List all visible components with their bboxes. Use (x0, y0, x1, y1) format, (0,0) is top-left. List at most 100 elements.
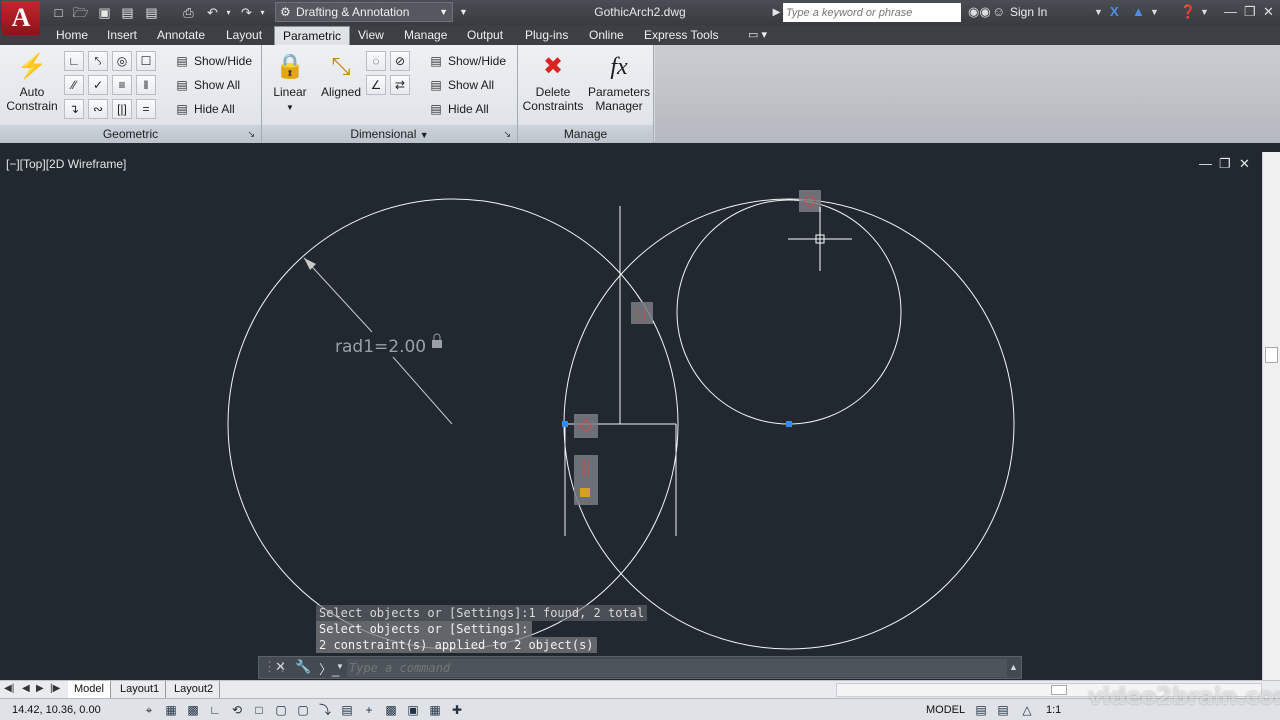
annotation-monitor-icon[interactable]: ✚ (448, 701, 466, 719)
geometric-hide-all-button[interactable]: ▤ Hide All (174, 99, 234, 119)
ribbon-minimize-icon[interactable]: ▭ ▾ (740, 26, 775, 45)
parallel-icon[interactable]: ∕∕ (64, 75, 84, 95)
quick-view-drawings-icon[interactable]: ▤ (994, 701, 1012, 719)
linear-dropdown-icon[interactable]: ▼ (286, 103, 294, 112)
tab-insert[interactable]: Insert (99, 26, 145, 45)
lineweight-icon[interactable]: + (360, 701, 378, 719)
new-file-icon[interactable]: □ (50, 4, 67, 21)
prev-layout-icon[interactable]: ◀ (22, 683, 30, 694)
inner-circle[interactable] (676, 199, 902, 425)
object-snap-icon[interactable]: □ (250, 701, 268, 719)
radius-dimension-label[interactable]: rad1=2.00 (335, 337, 426, 357)
transparency-icon[interactable]: ▩ (382, 701, 400, 719)
collinear-icon[interactable]: ⤣ (88, 51, 108, 71)
restore-icon[interactable]: ❐ (1244, 4, 1256, 20)
tab-manage[interactable]: Manage (396, 26, 455, 45)
object-snap-tracking-icon[interactable]: ▢ (294, 701, 312, 719)
stay-connected-dropdown-icon[interactable]: ▼ (1150, 7, 1159, 17)
ortho-mode-icon[interactable]: ∟ (206, 701, 224, 719)
polar-tracking-icon[interactable]: ⟲ (228, 701, 246, 719)
open-folder-icon[interactable]: 🗁 (72, 4, 89, 21)
panel-launcher-icon[interactable]: ↘ (247, 125, 255, 143)
geometric-show-hide-button[interactable]: ▤ Show/Hide (174, 51, 252, 71)
binoculars-search-icon[interactable]: ◉◉ (968, 4, 991, 20)
equal-icon[interactable]: = (136, 99, 156, 119)
next-layout-icon[interactable]: ▶ (36, 683, 44, 694)
dimensional-show-all-button[interactable]: ▤ Show All (428, 75, 494, 95)
quick-properties-icon[interactable]: ▣ (404, 701, 422, 719)
sign-in-dropdown-icon[interactable]: ▼ (1094, 7, 1103, 17)
annotation-scale-value[interactable]: 1:1 (1046, 704, 1061, 716)
dimensional-dropdown-icon[interactable]: ▼ (420, 130, 429, 140)
horizontal-icon[interactable]: ≡ (112, 75, 132, 95)
convert-icon[interactable]: ⇄ (390, 75, 410, 95)
layout-tab-layout2[interactable]: Layout2 (168, 681, 221, 698)
dimensional-hide-all-button[interactable]: ▤ Hide All (428, 99, 488, 119)
help-icon[interactable]: ❓ (1180, 4, 1196, 20)
close-icon[interactable]: ✕ (1263, 4, 1274, 20)
grip-point-left[interactable] (562, 421, 568, 427)
concentric-icon[interactable]: ◎ (112, 51, 132, 71)
workspace-select[interactable]: ⚙ Drafting & Annotation ▼ (275, 2, 453, 22)
vertical-icon[interactable]: ‖ (136, 75, 156, 95)
grip-point-bottom[interactable] (786, 421, 792, 427)
dimensional-launcher-icon[interactable]: ↘ (503, 125, 511, 143)
radius-icon[interactable]: ◌ (366, 51, 386, 71)
grid-display-icon[interactable]: ▩ (184, 701, 202, 719)
tab-plug-ins[interactable]: Plug-ins (517, 26, 576, 45)
diameter-icon[interactable]: ⊘ (390, 51, 410, 71)
horizontal-scroll-thumb[interactable] (1051, 685, 1067, 695)
viewport-minimize-icon[interactable]: — (1199, 156, 1212, 171)
help-dropdown-icon[interactable]: ▼ (1200, 7, 1209, 17)
exchange-icon[interactable]: X (1110, 4, 1119, 19)
geometric-panel-title[interactable]: Geometric ↘ (0, 125, 261, 143)
coordinates-readout[interactable]: 14.42, 10.36, 0.00 (12, 704, 101, 716)
quick-view-layouts-icon[interactable]: ▤ (972, 701, 990, 719)
viewport-controls-label[interactable]: [−][Top][2D Wireframe] (6, 157, 126, 171)
perpendicular-icon[interactable]: ✓ (88, 75, 108, 95)
save-icon[interactable]: ▣ (96, 4, 113, 21)
coincident-constraint-badge[interactable] (574, 414, 598, 438)
model-space-toggle[interactable]: MODEL (926, 704, 965, 716)
close-command-line-icon[interactable]: ✕ (275, 659, 286, 675)
dimensional-panel-title[interactable]: Dimensional ▼ ↘ (262, 125, 517, 143)
undo-icon[interactable]: ↶ (204, 4, 221, 21)
sign-in-button[interactable]: Sign In (1010, 5, 1047, 19)
linear-button[interactable]: 🔒 Linear ▼ (268, 51, 312, 115)
minimize-icon[interactable]: — (1224, 4, 1237, 19)
parameters-manager-button[interactable]: fx Parameters Manager (586, 51, 652, 113)
command-input[interactable] (347, 659, 1007, 677)
fix-lock-icon[interactable]: ☐ (136, 51, 156, 71)
plot-preview-icon[interactable]: ▤ (143, 4, 160, 21)
infer-constraints-icon[interactable]: ⌖ (140, 701, 158, 719)
angular-icon[interactable]: ∠ (366, 75, 386, 95)
command-history-toggle-icon[interactable]: ▲ (1009, 662, 1018, 672)
print-icon[interactable]: ⎙ (180, 4, 197, 21)
stay-connected-icon[interactable]: ▲ (1132, 4, 1145, 19)
tab-layout[interactable]: Layout (218, 26, 270, 45)
vertical-fix-constraint-badge[interactable] (574, 455, 598, 505)
vertical-scrollbar[interactable] (1262, 152, 1280, 680)
tab-view[interactable]: View (350, 26, 392, 45)
dynamic-ucs-icon[interactable]: ⤵ (316, 701, 334, 719)
dynamic-input-icon[interactable]: ▤ (338, 701, 356, 719)
annotation-scale-icon[interactable]: △ (1018, 701, 1036, 719)
geometric-show-all-button[interactable]: ▤ Show All (174, 75, 240, 95)
aligned-button[interactable]: ⤡ Aligned (316, 51, 366, 99)
application-menu-button[interactable]: A (2, 1, 40, 35)
drawing-canvas[interactable]: rad1=2.00 [ ] (0, 152, 1262, 680)
tab-parametric[interactable]: Parametric (274, 26, 351, 45)
tangent-icon[interactable]: ↴ (64, 99, 84, 119)
tab-home[interactable]: Home (48, 26, 96, 45)
tab-output[interactable]: Output (459, 26, 511, 45)
recent-commands-dropdown-icon[interactable]: ▼ (336, 662, 344, 671)
tab-online[interactable]: Online (581, 26, 632, 45)
undo-dropdown-icon[interactable]: ▾ (220, 4, 237, 21)
layout-tab-layout1[interactable]: Layout1 (114, 681, 167, 698)
selection-cycling-icon[interactable]: ▦ (426, 701, 444, 719)
layout-tab-model[interactable]: Model (68, 681, 111, 698)
snap-mode-icon[interactable]: ▦ (162, 701, 180, 719)
auto-constrain-button[interactable]: ⚡ Auto Constrain (4, 51, 60, 113)
viewport-close-icon[interactable]: ✕ (1239, 156, 1250, 172)
save-as-icon[interactable]: ▤ (119, 4, 136, 21)
